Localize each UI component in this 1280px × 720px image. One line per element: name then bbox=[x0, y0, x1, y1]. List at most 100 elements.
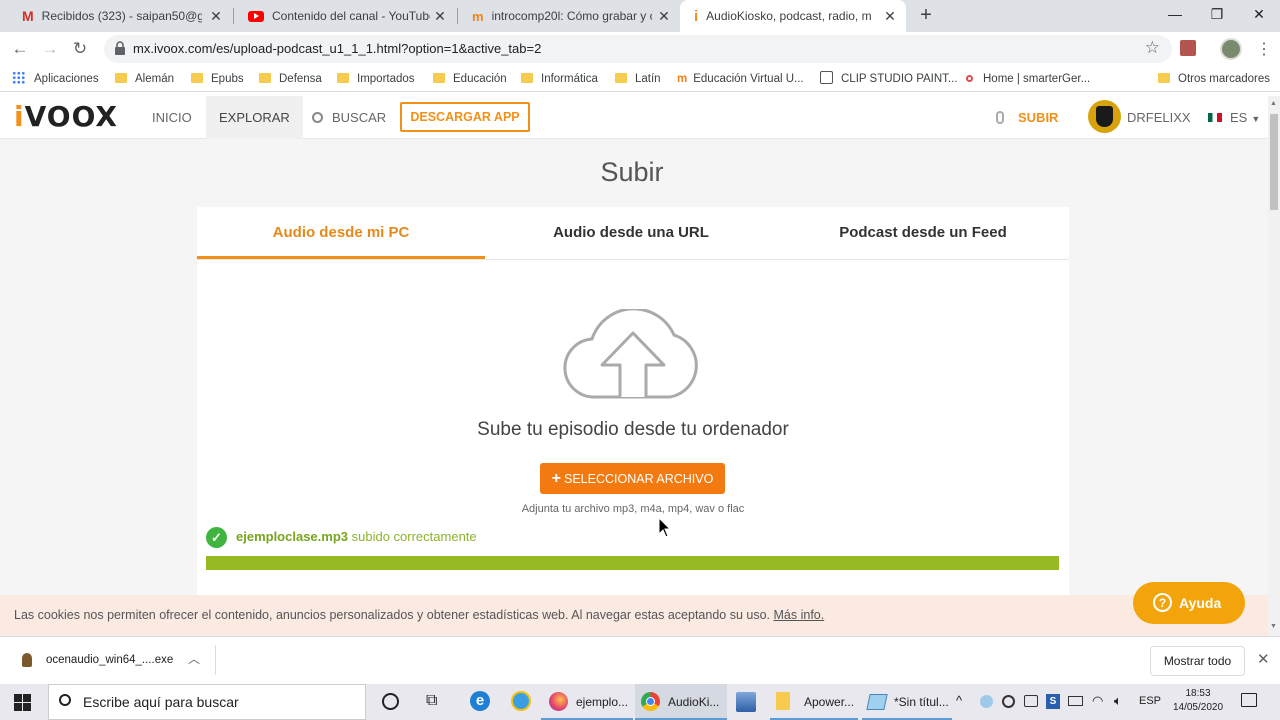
bookmark-epubs[interactable]: Epubs bbox=[191, 71, 244, 87]
menu-dots-icon[interactable]: ⋮ bbox=[1256, 39, 1272, 59]
monitor-icon[interactable] bbox=[1024, 695, 1038, 707]
taskbar-search[interactable]: Escribe aquí para buscar bbox=[48, 684, 366, 720]
app-window-icon[interactable] bbox=[736, 692, 756, 712]
taskbar-search-placeholder: Escribe aquí para buscar bbox=[83, 694, 239, 710]
more-info-link[interactable]: Más info. bbox=[774, 608, 825, 622]
address-bar[interactable]: mx.ivoox.com/es/upload-podcast_u1_1_1.ht… bbox=[104, 35, 1172, 63]
close-icon[interactable]: ✕ bbox=[882, 8, 898, 24]
show-all-button[interactable]: Mostrar todo bbox=[1150, 646, 1245, 676]
nav-subir[interactable]: SUBIR bbox=[996, 96, 1058, 139]
bookmark-aplicaciones[interactable]: Aplicaciones bbox=[12, 71, 99, 87]
folder-icon bbox=[521, 73, 533, 83]
help-button[interactable]: ? Ayuda bbox=[1133, 582, 1245, 624]
uploaded-filename: ejemploclase.mp3 bbox=[236, 529, 348, 544]
url-text: mx.ivoox.com/es/upload-podcast_u1_1_1.ht… bbox=[133, 41, 542, 56]
mexico-flag-icon bbox=[1208, 113, 1222, 122]
input-language[interactable]: ESP bbox=[1139, 695, 1161, 707]
microphone-icon bbox=[996, 111, 1004, 124]
search-icon bbox=[59, 694, 71, 706]
moodle-icon: m bbox=[677, 73, 688, 85]
restore-button[interactable]: ❐ bbox=[1194, 0, 1240, 30]
taskbar-app-explorer[interactable]: Apower... bbox=[770, 684, 858, 720]
bookmark-defensa[interactable]: Defensa bbox=[259, 71, 322, 87]
bookmark-otros-marcadores[interactable]: Otros marcadores bbox=[1158, 71, 1270, 87]
tray-app-icon[interactable] bbox=[980, 695, 993, 708]
nav-explorar[interactable]: EXPLORAR bbox=[206, 96, 303, 139]
caret-down-icon: ▼ bbox=[1251, 114, 1261, 124]
bookmark-aleman[interactable]: Alemán bbox=[115, 71, 174, 87]
reload-button[interactable]: ↻ bbox=[68, 38, 92, 62]
nav-inicio[interactable]: INICIO bbox=[152, 96, 192, 139]
minimize-button[interactable]: — bbox=[1152, 0, 1198, 30]
close-icon[interactable]: ✕ bbox=[656, 8, 672, 24]
scroll-up-arrow[interactable]: ▲ bbox=[1270, 100, 1277, 107]
user-avatar[interactable] bbox=[1088, 100, 1121, 133]
forward-button[interactable]: → bbox=[38, 38, 62, 62]
windows-start-icon[interactable] bbox=[14, 694, 31, 711]
tab-moodle[interactable]: m introcomp20l: Cómo grabar y compartir … bbox=[458, 0, 680, 32]
language-selector[interactable]: ES ▼ bbox=[1208, 96, 1260, 139]
bookmark-star-icon[interactable]: ☆ bbox=[1145, 38, 1160, 58]
bookmark-importados[interactable]: Importados bbox=[337, 71, 415, 87]
pdf-extension-icon[interactable] bbox=[1180, 40, 1196, 56]
chevron-up-icon[interactable]: ︿ bbox=[188, 650, 200, 667]
nav-buscar[interactable]: BUSCAR bbox=[312, 96, 386, 139]
ivoox-logo[interactable]: iVOOX bbox=[14, 100, 118, 133]
help-question-icon: ? bbox=[1153, 593, 1172, 612]
tray-expand-icon[interactable]: ^ bbox=[956, 693, 962, 708]
skype-icon[interactable]: S bbox=[1046, 694, 1060, 709]
select-file-label: SELECCIONAR ARCHIVO bbox=[564, 472, 714, 486]
select-file-button[interactable]: + SELECCIONAR ARCHIVO bbox=[540, 463, 725, 494]
edge-icon[interactable]: e bbox=[470, 691, 490, 711]
bookmark-educacion[interactable]: Educación bbox=[433, 71, 507, 87]
close-icon[interactable]: ✕ bbox=[432, 8, 448, 24]
tab-audio-url[interactable]: Audio desde una URL bbox=[485, 207, 777, 259]
bookmark-label: Informática bbox=[541, 73, 598, 85]
task-view-icon[interactable]: ⧉ bbox=[426, 692, 437, 710]
bookmark-latin[interactable]: Latín bbox=[615, 71, 661, 87]
tab-ivoox[interactable]: i AudioKiosko, podcast, radio, mp3 ✕ bbox=[680, 0, 906, 32]
upload-card: Audio desde mi PC Audio desde una URL Po… bbox=[197, 207, 1069, 595]
close-icon[interactable]: ✕ bbox=[208, 8, 224, 24]
page-title: Subir bbox=[600, 157, 664, 187]
chrome-icon bbox=[641, 692, 660, 711]
close-shelf-icon[interactable]: ✕ bbox=[1257, 650, 1270, 668]
bookmark-label: CLIP STUDIO PAINT... bbox=[841, 73, 958, 85]
scroll-down-arrow[interactable]: ▼ bbox=[1270, 623, 1277, 630]
cortana-icon[interactable] bbox=[382, 693, 399, 710]
close-window-button[interactable]: ✕ bbox=[1236, 0, 1280, 30]
bookmark-educacion-virtual[interactable]: m Educación Virtual U... bbox=[677, 71, 804, 87]
volume-icon[interactable]: 🔈︎ bbox=[1114, 693, 1122, 709]
internet-explorer-icon[interactable] bbox=[511, 691, 531, 711]
app-label: Apower... bbox=[804, 695, 855, 709]
folder-icon bbox=[191, 73, 203, 83]
back-button[interactable]: ← bbox=[8, 38, 32, 62]
tab-title: Recibidos (323) - saipan50@gmail.com bbox=[41, 9, 202, 23]
profile-avatar[interactable] bbox=[1220, 38, 1242, 60]
tab-gmail[interactable]: M Recibidos (323) - saipan50@gmail.com ✕ bbox=[8, 0, 232, 32]
folder-icon bbox=[259, 73, 271, 83]
bookmark-smarterger[interactable]: Home | smarterGer... bbox=[966, 71, 1090, 87]
bookmark-clip-studio[interactable]: CLIP STUDIO PAINT... bbox=[820, 71, 958, 87]
download-app-button[interactable]: DESCARGAR APP bbox=[400, 102, 530, 132]
wifi-icon[interactable]: ◠ bbox=[1092, 693, 1103, 709]
browser-tab-strip: M Recibidos (323) - saipan50@gmail.com ✕… bbox=[0, 0, 1280, 32]
clock[interactable]: 18:53 14/05/2020 bbox=[1172, 687, 1224, 715]
notifications-icon[interactable] bbox=[1241, 693, 1257, 707]
new-tab-button[interactable]: + bbox=[915, 4, 937, 26]
user-name[interactable]: DRFELIXX bbox=[1127, 96, 1191, 139]
tab-youtube[interactable]: Contenido del canal - YouTube Studio ✕ bbox=[234, 0, 456, 32]
page-scrollbar[interactable]: ▲ ▼ bbox=[1268, 96, 1280, 636]
bookmark-informatica[interactable]: Informática bbox=[521, 71, 598, 87]
taskbar-app-notepad[interactable]: *Sin títul... bbox=[862, 684, 952, 720]
taskbar-app-chrome[interactable]: AudioKi... bbox=[635, 684, 727, 720]
scroll-thumb[interactable] bbox=[1270, 114, 1278, 210]
taskbar-app-firefox[interactable]: ejemplo... bbox=[541, 684, 633, 720]
apps-grid-icon bbox=[12, 71, 25, 84]
tab-audio-pc[interactable]: Audio desde mi PC bbox=[197, 207, 485, 259]
upload-prompt: Sube tu episodio desde tu ordenador bbox=[477, 419, 789, 440]
battery-icon[interactable] bbox=[1068, 696, 1083, 706]
record-icon[interactable] bbox=[1002, 695, 1015, 708]
tab-podcast-feed[interactable]: Podcast desde un Feed bbox=[777, 207, 1069, 259]
download-item[interactable]: ocenaudio_win64_....exe ︿ bbox=[16, 647, 214, 675]
